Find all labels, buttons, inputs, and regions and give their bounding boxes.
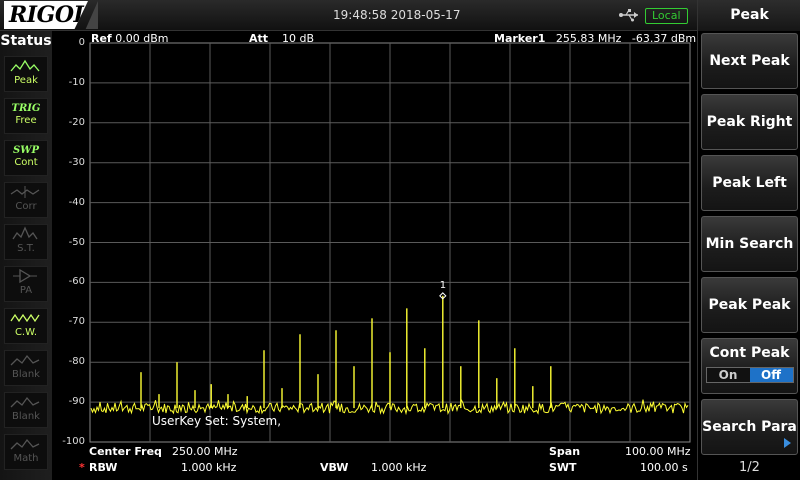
st-icon	[12, 226, 38, 240]
y-tick-label: -30	[68, 156, 85, 168]
usb-icon	[619, 9, 638, 22]
peak-icon	[10, 59, 40, 72]
spectrum-graticule[interactable]: 1	[52, 31, 697, 480]
y-tick-label: 0	[78, 37, 85, 48]
softkey-menu: Peak Next Peak Peak Right Peak Left Min …	[697, 0, 800, 480]
y-tick-label: -50	[68, 236, 85, 248]
blank-icon	[10, 354, 40, 366]
blank-icon	[10, 396, 40, 408]
menu-title: Peak	[698, 0, 800, 31]
status-panel: Status Peak TRIG Free SWP Cont Corr S.T.	[0, 31, 52, 480]
peak-right-button[interactable]: Peak Right	[701, 94, 798, 150]
corr-icon	[10, 186, 40, 198]
status-item-math: Math	[4, 434, 48, 470]
vbw-label: VBW	[320, 461, 349, 474]
y-tick-label: -80	[68, 356, 85, 368]
rbw-value: 1.000 kHz	[181, 461, 237, 474]
status-item-corr: Corr	[4, 182, 48, 218]
cont-peak-options[interactable]: On Off	[705, 367, 794, 383]
peak-left-button[interactable]: Peak Left	[701, 155, 798, 211]
menu-page-indicator: 1/2	[739, 460, 760, 475]
top-bar: RIGOL 19:48:58 2018-05-17 Local	[0, 0, 697, 31]
y-tick-label: -90	[68, 396, 85, 408]
y-tick-label: -70	[68, 316, 85, 328]
rbw-label: RBW	[89, 461, 118, 474]
marker-readout: Marker1 255.83 MHz -63.37 dBm	[494, 32, 697, 45]
marker-number-label: 1	[440, 280, 446, 291]
remote-status-badge: Local	[645, 8, 688, 24]
y-tick-label: -40	[68, 196, 85, 208]
y-tick-label: -10	[68, 76, 85, 88]
attenuation: Att 10 dB	[249, 32, 315, 45]
userkey-status: UserKey Set: System,	[152, 414, 282, 428]
ref-level: Ref 0.00 dBm	[91, 32, 169, 45]
cont-peak-on[interactable]: On	[706, 368, 750, 382]
peak-peak-button[interactable]: Peak Peak	[701, 277, 798, 333]
span-value: 100.00 MHz	[625, 445, 691, 458]
span-label: Span	[549, 445, 581, 458]
y-tick-label: -100	[62, 436, 85, 447]
vbw-value: 1.000 kHz	[371, 461, 427, 474]
center-freq-value: 250.00 MHz	[172, 445, 238, 458]
y-tick-label: -60	[68, 276, 85, 288]
status-item-sweep: SWP Cont	[4, 140, 48, 176]
cont-peak-toggle[interactable]: Cont Peak On Off	[701, 338, 798, 394]
status-item-pa: PA	[4, 266, 48, 302]
math-icon	[10, 438, 40, 450]
status-title: Status	[0, 33, 52, 49]
cont-peak-off[interactable]: Off	[749, 368, 793, 382]
next-peak-button[interactable]: Next Peak	[701, 33, 798, 89]
date-time: 19:48:58 2018-05-17	[333, 8, 461, 22]
logo-decoration	[85, 1, 98, 29]
status-item-cw: C.W.	[4, 308, 48, 344]
center-freq-label: Center Freq	[89, 445, 162, 458]
status-item-peak: Peak	[4, 56, 48, 92]
status-item-blank-2: Blank	[4, 392, 48, 428]
submenu-arrow-icon	[784, 438, 791, 448]
cw-icon	[10, 313, 40, 323]
swt-label: SWT	[549, 461, 577, 474]
cont-peak-label: Cont Peak	[709, 345, 790, 361]
rigol-logo: RIGOL	[4, 1, 88, 29]
status-item-trigger: TRIG Free	[4, 98, 48, 134]
min-search-button[interactable]: Min Search	[701, 216, 798, 272]
status-item-blank-1: Blank	[4, 350, 48, 386]
status-item-st: S.T.	[4, 224, 48, 260]
spectrum-plot[interactable]: 1 Ref 0.00 dBm Att 10 dB Marker1 255.83 …	[52, 31, 697, 480]
search-para-button[interactable]: Search Para	[701, 399, 798, 455]
rbw-manual-flag: *	[79, 461, 85, 474]
y-tick-label: -20	[68, 116, 85, 128]
swt-value: 100.00 s	[640, 461, 688, 474]
pa-icon	[13, 268, 37, 284]
